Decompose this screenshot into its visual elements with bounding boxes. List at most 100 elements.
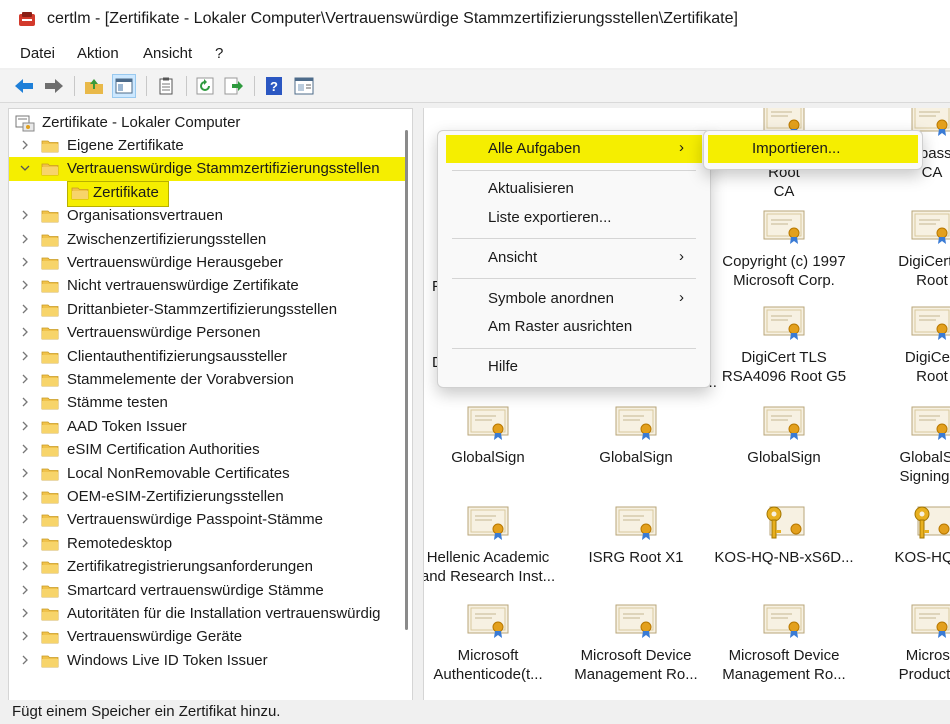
tree-item[interactable]: Organisationsvertrauen	[19, 205, 407, 227]
certificate-item[interactable]: GlobalSign	[714, 404, 854, 467]
folder-icon	[41, 653, 59, 668]
show-hide-tree-icon[interactable]	[112, 74, 136, 98]
tree-scrollbar[interactable]	[405, 130, 408, 630]
chevron-right-icon[interactable]	[19, 209, 31, 223]
certificate-key-icon	[910, 504, 950, 542]
tree-item[interactable]: Autoritäten für die Installation vertrau…	[19, 603, 407, 625]
folder-icon	[41, 512, 59, 527]
forward-arrow-icon[interactable]	[42, 74, 66, 98]
tree-item[interactable]: Local NonRemovable Certificates	[19, 463, 407, 485]
certificate-name: GlobalSign	[599, 449, 673, 466]
folder-icon	[41, 629, 59, 644]
tree-item[interactable]: Vertrauenswürdige Herausgeber	[19, 252, 407, 274]
refresh-icon[interactable]	[193, 74, 217, 98]
chevron-right-icon[interactable]	[19, 233, 31, 247]
chevron-right-icon[interactable]	[19, 420, 31, 434]
menu-aktion[interactable]: Aktion	[77, 45, 119, 62]
tree-item[interactable]: Vertrauenswürdige Stammzertifizierungsst…	[9, 157, 407, 182]
chevron-right-icon[interactable]	[19, 303, 31, 317]
chevron-right-icon[interactable]	[19, 350, 31, 364]
tree-item[interactable]: Zwischenzertifizierungsstellen	[19, 229, 407, 251]
certificate-item[interactable]: KOS-HQ-N	[862, 504, 950, 567]
chevron-right-icon[interactable]	[19, 139, 31, 153]
back-arrow-icon[interactable]	[12, 74, 36, 98]
certificate-item[interactable]: Hellenic Academic and Research Inst...	[424, 504, 558, 586]
chevron-right-icon[interactable]	[19, 443, 31, 457]
export-list-icon[interactable]	[222, 74, 246, 98]
up-folder-icon[interactable]	[82, 74, 106, 98]
certificate-item[interactable]: DigiCert TLS RSA4096 Root G5	[714, 304, 854, 386]
certificate-item[interactable]: Microso Product R	[862, 602, 950, 684]
tree-item[interactable]: Stämme testen	[19, 392, 407, 414]
chevron-right-icon[interactable]	[19, 537, 31, 551]
tree-item[interactable]: Zertifikate	[67, 180, 407, 207]
menu-separator	[452, 170, 696, 171]
tree-item[interactable]: Stammelemente der Vorabversion	[19, 369, 407, 391]
certificate-item[interactable]: Microsoft Authenticode(t...	[424, 602, 558, 684]
tree-item-label: Stämme testen	[67, 394, 168, 412]
tree-root-label: Zertifikate - Lokaler Computer	[42, 114, 241, 131]
folder-icon	[41, 419, 59, 434]
certificate-item[interactable]: DigiCert A Root	[862, 208, 950, 290]
certificate-item[interactable]: Microsoft Device Management Ro...	[714, 602, 854, 684]
certificate-item[interactable]: KOS-HQ-NB-xS6D...	[714, 504, 854, 567]
chevron-right-icon[interactable]	[19, 467, 31, 481]
tree-item[interactable]: Clientauthentifizierungsaussteller	[19, 346, 407, 368]
menu-item-importieren[interactable]: Importieren...	[708, 135, 918, 163]
chevron-right-icon[interactable]	[19, 584, 31, 598]
chevron-right-icon[interactable]	[19, 279, 31, 293]
chevron-right-icon[interactable]	[19, 513, 31, 527]
tree-root[interactable]: Zertifikate - Lokaler Computer	[15, 112, 395, 134]
menu-help[interactable]: ?	[215, 45, 223, 62]
certificate-item[interactable]: Microsoft Device Management Ro...	[566, 602, 706, 684]
certificate-item[interactable]: DigiCert Root	[862, 304, 950, 386]
chevron-right-icon[interactable]	[19, 654, 31, 668]
tree-item[interactable]: Vertrauenswürdige Personen	[19, 322, 407, 344]
menu-datei[interactable]: Datei	[20, 45, 55, 62]
menu-item-ansicht[interactable]: Ansicht ›	[446, 244, 702, 272]
menu-item-am-raster-ausrichten[interactable]: Am Raster ausrichten	[446, 313, 702, 341]
menu-item-aktualisieren[interactable]: Aktualisieren	[446, 175, 702, 203]
chevron-right-icon[interactable]	[19, 560, 31, 574]
tree-item[interactable]: Nicht vertrauenswürdige Zertifikate	[19, 275, 407, 297]
menu-item-label: Importieren...	[752, 140, 841, 157]
submenu-arrow-icon: ›	[679, 139, 684, 156]
menu-ansicht[interactable]: Ansicht	[143, 45, 192, 62]
chevron-right-icon[interactable]	[19, 373, 31, 387]
certificate-name: DigiCert A	[898, 253, 950, 270]
menu-item-alle-aufgaben[interactable]: Alle Aufgaben ›	[446, 135, 702, 163]
chevron-right-icon[interactable]	[19, 630, 31, 644]
chevron-right-icon[interactable]	[19, 607, 31, 621]
tree-item[interactable]: Drittanbieter-Stammzertifizierungsstelle…	[19, 299, 407, 321]
tree-item[interactable]: Remotedesktop	[19, 533, 407, 555]
tree-item[interactable]: Zertifikatregistrierungsanforderungen	[19, 556, 407, 578]
menu-item-liste-exportieren[interactable]: Liste exportieren...	[446, 204, 702, 232]
tree-item[interactable]: Vertrauenswürdige Geräte	[19, 626, 407, 648]
tree-item[interactable]: Windows Live ID Token Issuer	[19, 650, 407, 672]
certificate-item[interactable]: ISRG Root X1	[566, 504, 706, 567]
console-tree[interactable]: Zertifikate - Lokaler Computer Eigene Ze…	[8, 108, 413, 702]
chevron-right-icon[interactable]	[19, 490, 31, 504]
chevron-right-icon[interactable]	[19, 326, 31, 340]
chevron-right-icon[interactable]	[19, 396, 31, 410]
submenu-arrow-icon: ›	[679, 289, 684, 306]
tree-item[interactable]: Vertrauenswürdige Passpoint-Stämme	[19, 509, 407, 531]
chevron-right-icon[interactable]	[19, 256, 31, 270]
tree-item[interactable]: AAD Token Issuer	[19, 416, 407, 438]
help-icon[interactable]: ?	[262, 74, 286, 98]
menu-item-symbole-anordnen[interactable]: Symbole anordnen ›	[446, 285, 702, 313]
status-text: Fügt einem Speicher ein Zertifikat hinzu…	[12, 703, 281, 720]
tree-item[interactable]: eSIM Certification Authorities	[19, 439, 407, 461]
tree-item[interactable]: Smartcard vertrauenswürdige Stämme	[19, 580, 407, 602]
certificate-item[interactable]: Copyright (c) 1997 Microsoft Corp.	[714, 208, 854, 290]
certificate-item[interactable]: GlobalSign	[566, 404, 706, 467]
menu-item-hilfe[interactable]: Hilfe	[446, 353, 702, 381]
tree-item-label: Local NonRemovable Certificates	[67, 464, 290, 482]
tree-item[interactable]: OEM-eSIM-Zertifizierungsstellen	[19, 486, 407, 508]
clipboard-icon[interactable]	[154, 74, 178, 98]
chevron-down-icon[interactable]	[19, 162, 31, 176]
tree-item[interactable]: Eigene Zertifikate	[19, 135, 407, 157]
certificate-item[interactable]: GlobalSign	[424, 404, 558, 467]
properties-icon[interactable]	[292, 74, 316, 98]
certificate-item[interactable]: GlobalSig Signing R	[862, 404, 950, 486]
